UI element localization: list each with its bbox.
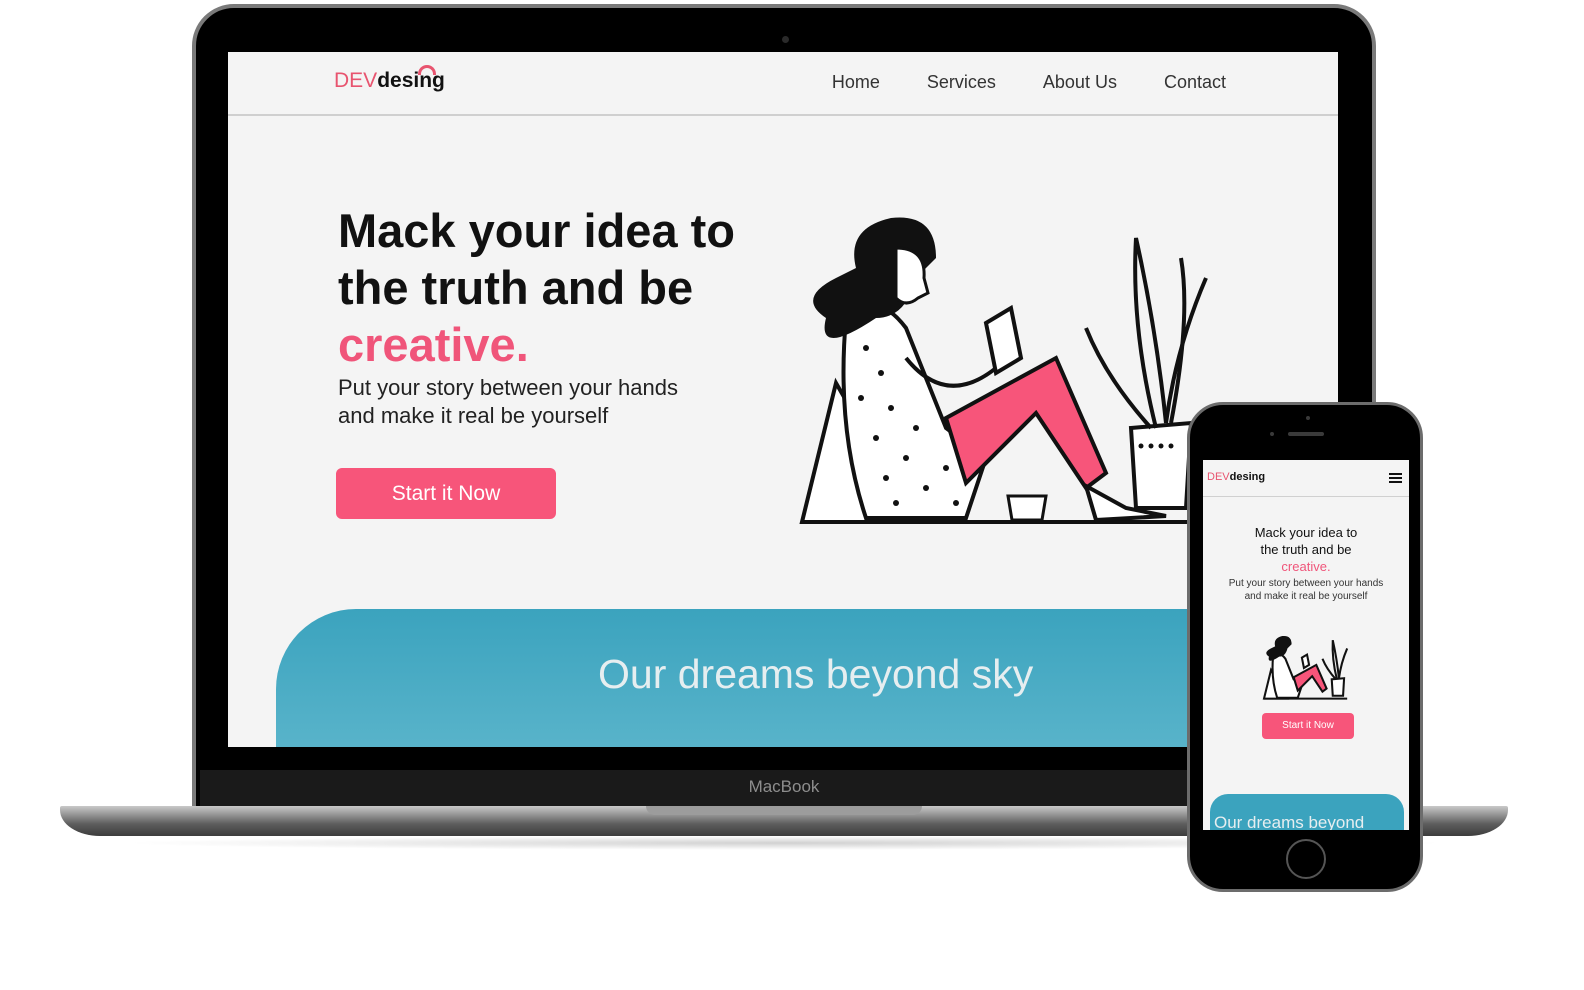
phone-dreams-section-title: Our dreams beyond <box>1214 813 1365 830</box>
phone-site-logo[interactable]: DEVdesing <box>1207 471 1265 483</box>
laptop-notch <box>646 806 922 815</box>
nav-link-contact[interactable]: Contact <box>1164 72 1226 93</box>
nav-link-services[interactable]: Services <box>927 72 996 93</box>
phone-frame: DEVdesing Mack your idea to the truth an… <box>1187 402 1423 892</box>
phone-start-it-now-button[interactable]: Start it Now <box>1262 713 1354 739</box>
phone-home-button[interactable] <box>1286 839 1326 879</box>
phone-screen: DEVdesing Mack your idea to the truth an… <box>1203 460 1409 830</box>
dreams-section-title: Our dreams beyond sky <box>598 651 1034 697</box>
hero-title: Mack your idea to the truth and be creat… <box>338 202 778 373</box>
nav-link-about-us[interactable]: About Us <box>1043 72 1117 93</box>
phone-camera <box>1270 432 1274 436</box>
phone-speaker <box>1288 432 1324 436</box>
laptop-camera <box>782 36 789 43</box>
hero-subtitle: Put your story between your hands and ma… <box>338 375 678 428</box>
reading-woman-illustration <box>799 217 1208 524</box>
phone-site-nav: DEVdesing <box>1203 460 1409 497</box>
phone-hero-title-line2: the truth and be <box>1260 542 1352 557</box>
phone-logo-part-dev: DEV <box>1207 471 1230 483</box>
nav-link-home[interactable]: Home <box>832 72 880 93</box>
phone-hero-title-line1: Mack your idea to <box>1254 525 1358 540</box>
phone-hero-subtitle: Put your story between your hands and ma… <box>1228 578 1384 602</box>
logo-arc-icon <box>418 65 436 75</box>
phone-hero-title-highlight: creative. <box>1281 559 1331 574</box>
laptop-screen: DEVdesing Home Services About Us Contact… <box>228 52 1338 747</box>
site-logo[interactable]: DEVdesing <box>334 65 445 93</box>
phone-sensor <box>1306 416 1310 420</box>
hamburger-menu-icon[interactable] <box>1389 473 1402 483</box>
phone-reading-woman-illustration <box>1262 635 1349 700</box>
phone-logo-part-desing: desing <box>1229 471 1266 483</box>
phone-dreams-section: Our dreams beyond <box>1210 794 1404 830</box>
hero-title-line2: the truth and be <box>338 261 694 314</box>
logo-part-dev: DEV <box>334 69 378 92</box>
site-nav: DEVdesing Home Services About Us Contact <box>228 52 1338 116</box>
start-it-now-button[interactable]: Start it Now <box>336 468 556 519</box>
nav-links: Home Services About Us Contact <box>832 72 1226 93</box>
phone-hero-title: Mack your idea to the truth and be creat… <box>1203 524 1409 575</box>
hero-title-line1: Mack your idea to <box>338 204 735 257</box>
dreams-section: Our dreams beyond sky <box>276 609 1338 747</box>
hero-title-highlight: creative. <box>338 318 529 371</box>
